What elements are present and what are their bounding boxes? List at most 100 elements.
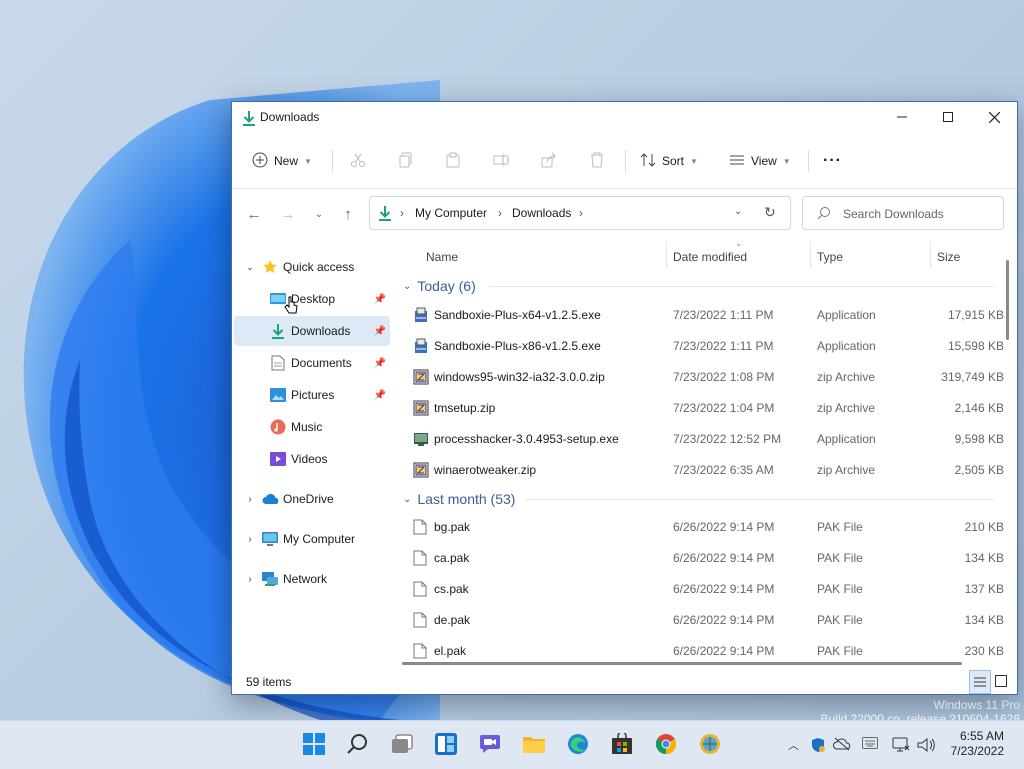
file-icon bbox=[413, 550, 429, 566]
file-name: el.pak bbox=[434, 644, 467, 658]
delete-button[interactable] bbox=[589, 146, 605, 176]
file-date: 7/23/2022 1:11 PM bbox=[673, 339, 774, 353]
plus-circle-icon bbox=[252, 152, 268, 171]
search-input[interactable]: Search Downloads bbox=[843, 207, 944, 221]
column-header-name[interactable]: Name bbox=[426, 240, 458, 274]
sidebar-item-label: Downloads bbox=[291, 324, 351, 338]
taskbar-clock[interactable]: 6:55 AM 7/23/2022 bbox=[951, 729, 1004, 759]
file-date: 7/23/2022 12:52 PM bbox=[673, 432, 782, 446]
file-row[interactable]: Sandboxie-Plus-x86-v1.2.5.exe 7/23/2022 1… bbox=[395, 331, 1004, 362]
copy-button[interactable] bbox=[398, 146, 414, 176]
search-button[interactable] bbox=[345, 731, 371, 757]
breadcrumb-downloads[interactable]: Downloads bbox=[512, 206, 571, 220]
sort-button[interactable]: Sort ▼ bbox=[640, 146, 698, 176]
monitor-icon bbox=[262, 531, 278, 547]
file-explorer-button[interactable] bbox=[521, 731, 547, 757]
folder-icon bbox=[523, 737, 545, 753]
sidebar-item-my-computer[interactable]: › My Computer bbox=[234, 524, 390, 554]
recent-locations-chevron-icon[interactable]: ⌄ bbox=[307, 202, 331, 226]
refresh-icon[interactable]: ↻ bbox=[764, 204, 776, 221]
sidebar-item-videos[interactable]: Videos bbox=[234, 444, 390, 474]
chat-button[interactable] bbox=[477, 731, 503, 757]
sidebar-item-desktop[interactable]: Desktop 📌 bbox=[234, 284, 390, 314]
sidebar-item-label: Quick access bbox=[283, 260, 355, 274]
vertical-scrollbar[interactable] bbox=[1006, 260, 1009, 340]
sidebar-item-music[interactable]: Music bbox=[234, 412, 390, 442]
divider bbox=[332, 150, 333, 172]
file-type: PAK File bbox=[817, 644, 863, 658]
pinned-app-button[interactable] bbox=[697, 731, 723, 757]
view-label: View bbox=[751, 154, 777, 168]
network-status-icon[interactable] bbox=[892, 737, 910, 756]
edge-button[interactable] bbox=[565, 731, 591, 757]
volume-icon[interactable] bbox=[917, 737, 935, 756]
address-bar[interactable]: › My Computer › Downloads › ⌄ ↻ bbox=[369, 196, 791, 230]
file-row[interactable]: el.pak 6/26/2022 9:14 PM PAK File 230 KB bbox=[395, 636, 1004, 660]
chrome-button[interactable] bbox=[653, 731, 679, 757]
setup-icon bbox=[413, 431, 429, 447]
sidebar-item-label: Network bbox=[283, 572, 328, 586]
more-options-button[interactable]: ··· bbox=[823, 146, 842, 176]
file-row[interactable]: cs.pak 6/26/2022 9:14 PM PAK File 137 KB bbox=[395, 574, 1004, 605]
breadcrumb-my-computer[interactable]: My Computer bbox=[415, 206, 487, 220]
paste-button[interactable] bbox=[445, 146, 461, 176]
file-icon bbox=[413, 612, 429, 628]
security-shield-icon[interactable] bbox=[810, 737, 826, 756]
sidebar-item-downloads[interactable]: Downloads 📌 bbox=[234, 316, 390, 346]
file-row[interactable]: windows95-win32-ia32-3.0.0.zip 7/23/2022 … bbox=[395, 362, 1004, 393]
file-name: cs.pak bbox=[434, 582, 469, 596]
column-header-type[interactable]: Type bbox=[817, 240, 843, 274]
sidebar-item-quick-access[interactable]: ⌄ Quick access bbox=[234, 252, 390, 282]
column-divider bbox=[930, 242, 931, 268]
group-header-last-month[interactable]: ⌄ Last month (53) bbox=[403, 488, 515, 510]
onedrive-offline-icon[interactable] bbox=[833, 737, 851, 754]
address-history-chevron-icon[interactable]: ⌄ bbox=[734, 206, 742, 217]
file-row[interactable]: tmsetup.zip 7/23/2022 1:04 PM zip Archive 2… bbox=[395, 393, 1004, 424]
file-row[interactable]: Sandboxie-Plus-x64-v1.2.5.exe 7/23/2022 1… bbox=[395, 300, 1004, 331]
trash-icon bbox=[589, 152, 605, 171]
tiles-view-button[interactable] bbox=[991, 670, 1011, 692]
sidebar-item-onedrive[interactable]: › OneDrive bbox=[234, 484, 390, 514]
sidebar-item-label: Pictures bbox=[291, 388, 335, 402]
chevron-down-icon: ▼ bbox=[304, 156, 312, 166]
search-box[interactable]: Search Downloads bbox=[802, 196, 1004, 230]
minimize-button[interactable] bbox=[879, 102, 925, 132]
clipboard-icon bbox=[445, 152, 461, 171]
sidebar-item-pictures[interactable]: Pictures 📌 bbox=[234, 380, 390, 410]
back-arrow-icon[interactable]: ← bbox=[242, 202, 266, 226]
horizontal-scrollbar[interactable] bbox=[402, 662, 962, 665]
file-row[interactable]: processhacker-3.0.4953-setup.exe 7/23/202… bbox=[395, 424, 1004, 455]
sidebar-item-network[interactable]: › Network bbox=[234, 564, 390, 594]
keyboard-icon[interactable] bbox=[862, 737, 878, 752]
file-row[interactable]: ca.pak 6/26/2022 9:14 PM PAK File 134 KB bbox=[395, 543, 1004, 574]
up-arrow-icon[interactable]: ↑ bbox=[336, 202, 360, 226]
sidebar-item-documents[interactable]: Documents 📌 bbox=[234, 348, 390, 378]
group-header-today[interactable]: ⌄ Today (6) bbox=[403, 275, 476, 297]
maximize-button[interactable] bbox=[925, 102, 971, 132]
close-button[interactable] bbox=[971, 102, 1017, 132]
store-button[interactable] bbox=[609, 731, 635, 757]
task-view-icon bbox=[392, 734, 413, 753]
file-row[interactable]: bg.pak 6/26/2022 9:14 PM PAK File 210 KB bbox=[395, 512, 1004, 543]
file-date: 6/26/2022 9:14 PM bbox=[673, 582, 775, 596]
watermark-edition: Windows 11 Pro bbox=[933, 698, 1020, 712]
zip-icon bbox=[413, 462, 429, 478]
cut-button[interactable] bbox=[350, 146, 366, 176]
details-view-button[interactable] bbox=[969, 670, 991, 694]
file-row[interactable]: de.pak 6/26/2022 9:14 PM PAK File 134 KB bbox=[395, 605, 1004, 636]
file-row[interactable]: winaerotweaker.zip 7/23/2022 6:35 AM zip A… bbox=[395, 455, 1004, 486]
scissors-icon bbox=[350, 152, 366, 171]
column-header-size[interactable]: Size bbox=[937, 240, 960, 274]
widgets-button[interactable] bbox=[433, 731, 459, 757]
show-hidden-icons-chevron-icon[interactable]: ︿ bbox=[788, 737, 799, 753]
view-button[interactable]: View ▼ bbox=[729, 146, 791, 176]
forward-arrow-icon[interactable]: → bbox=[276, 202, 300, 226]
new-button[interactable]: New ▼ bbox=[252, 146, 312, 176]
start-button[interactable] bbox=[301, 731, 327, 757]
share-button[interactable] bbox=[541, 146, 557, 176]
rename-button[interactable] bbox=[493, 146, 509, 176]
download-arrow-icon bbox=[378, 205, 392, 224]
new-label: New bbox=[274, 154, 299, 168]
video-icon bbox=[270, 451, 286, 467]
task-view-button[interactable] bbox=[389, 731, 415, 757]
